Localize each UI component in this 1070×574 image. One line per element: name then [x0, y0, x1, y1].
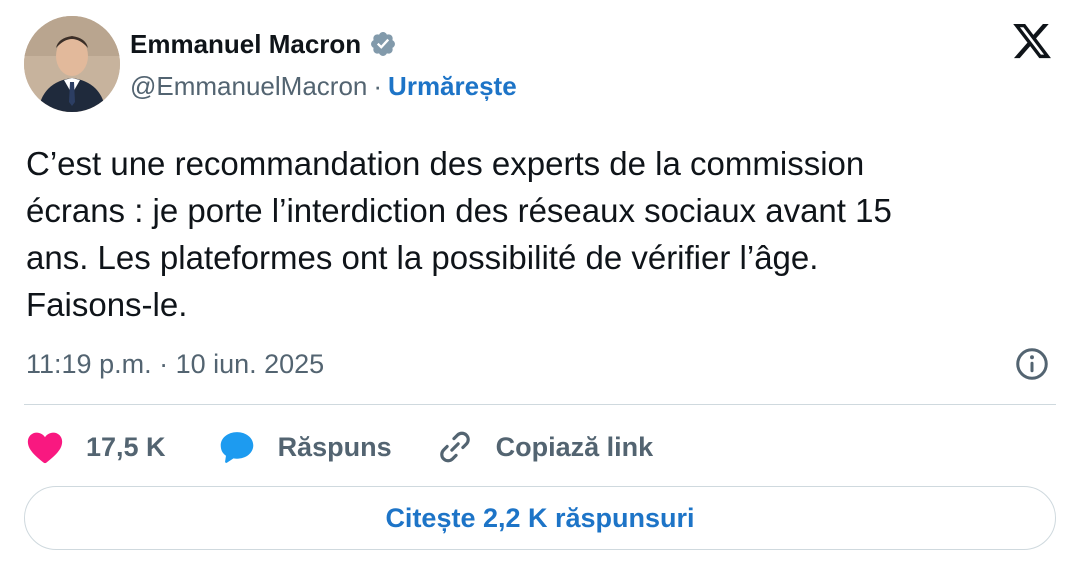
- heart-icon: [27, 432, 63, 464]
- tweet-meta: 11:19 p.m. · 10 iun. 2025: [26, 344, 1056, 384]
- author-name-row: Emmanuel Macron: [130, 26, 397, 62]
- read-replies-button[interactable]: Citește 2,2 K răspunsuri: [24, 486, 1056, 550]
- follow-link[interactable]: Urmărește: [388, 71, 517, 102]
- divider: [24, 404, 1056, 405]
- tweet-timestamp[interactable]: 11:19 p.m. · 10 iun. 2025: [26, 349, 324, 380]
- like-count: 17,5 K: [86, 431, 166, 462]
- author-name[interactable]: Emmanuel Macron: [130, 29, 361, 60]
- reply-button[interactable]: Răspuns: [216, 426, 392, 468]
- separator-dot: ·: [373, 70, 383, 101]
- action-bar: 17,5 K Răspuns Copiază link: [24, 424, 653, 470]
- like-button[interactable]: 17,5 K: [24, 426, 166, 468]
- tweet-text: C’est une recommandation des experts de …: [26, 145, 892, 323]
- copy-link-label: Copiază link: [495, 431, 654, 462]
- verified-badge-icon: [371, 32, 396, 56]
- author-handle-row: @EmmanuelMacron · Urmărește: [130, 68, 517, 104]
- info-icon[interactable]: [1014, 346, 1050, 382]
- tweet-embed-card: Emmanuel Macron @EmmanuelMacron · Urmăre…: [0, 0, 1070, 574]
- avatar[interactable]: [24, 16, 120, 112]
- copy-link-button[interactable]: Copiază link: [434, 426, 654, 468]
- link-icon: [439, 431, 470, 463]
- x-logo-icon[interactable]: [1010, 20, 1054, 62]
- profile-photo-icon: [24, 16, 120, 112]
- reply-bubble-icon: [220, 432, 253, 463]
- reply-label: Răspuns: [277, 431, 392, 462]
- author-handle[interactable]: @EmmanuelMacron: [130, 71, 367, 102]
